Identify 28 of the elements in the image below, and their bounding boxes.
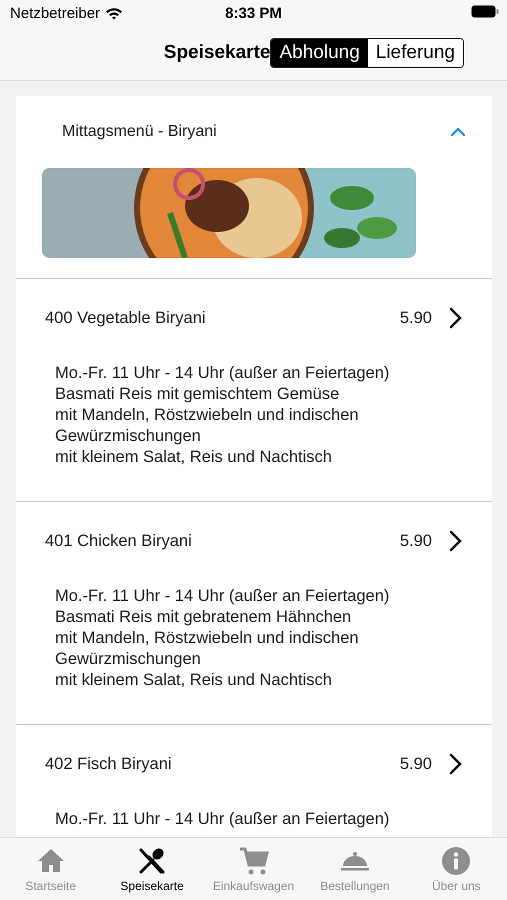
chevron-right-icon bbox=[448, 530, 462, 552]
wifi-icon bbox=[105, 6, 124, 20]
chevron-icon[interactable] bbox=[450, 127, 466, 137]
menu-item-row[interactable]: 400 Vegetable Biryani 5.90 bbox=[16, 279, 492, 357]
item-price: 5.90 bbox=[400, 308, 432, 328]
item-description: Mo.-Fr. 11 Uhr - 14 Uhr (außer an Feiertagen) Basmati Reis mit gebratenem Hähnchen mit Mandeln, Röstzwiebeln und indischen Gewürzmischungen mit kleinem Salat, Reis und Nachtisch bbox=[54, 586, 390, 691]
cart-icon bbox=[238, 846, 269, 876]
item-description: Mo.-Fr. 11 Uhr - 14 Uhr (außer an Feiertagen) Basmati Reis mit gemischtem Gemüse mit Mandeln, Röstzwiebeln und indischen Gewürzmischungen mit kleinem Salat, Reis und Nachtisch bbox=[54, 363, 390, 468]
fork-spoon-icon bbox=[137, 846, 168, 876]
item-description: Mo.-Fr. 11 Uhr - 14 Uhr (außer an Feiertagen) bbox=[54, 809, 390, 830]
carrier-name: Netzbetreiber bbox=[10, 4, 100, 22]
status-time: 8:33 PM bbox=[225, 4, 282, 22]
tab-bar-item[interactable]: Speisekarte bbox=[101, 838, 203, 900]
segment-tab[interactable]: Abholung bbox=[271, 39, 368, 67]
info-icon bbox=[441, 846, 472, 876]
segment-tab[interactable]: Lieferung bbox=[368, 39, 463, 67]
battery-icon bbox=[471, 4, 499, 18]
chevron-right-icon bbox=[448, 307, 462, 329]
item-price: 5.90 bbox=[400, 754, 432, 774]
nav-title: Speisekarte bbox=[164, 42, 270, 64]
item-price: 5.90 bbox=[400, 532, 432, 550]
chevron-right-icon bbox=[448, 753, 462, 775]
menu-item-row[interactable]: 402 Fisch Biryani 5.90 bbox=[16, 725, 492, 803]
item-name: 400 Vegetable Biryani bbox=[45, 308, 207, 328]
section-title: Mittagsmenü - Biryani bbox=[62, 123, 217, 141]
item-name: 401 Chicken Biryani bbox=[45, 532, 193, 550]
item-name: 402 Fisch Biryani bbox=[45, 754, 173, 774]
menu-item-row[interactable]: 401 Chicken Biryani 5.90 bbox=[16, 502, 492, 580]
